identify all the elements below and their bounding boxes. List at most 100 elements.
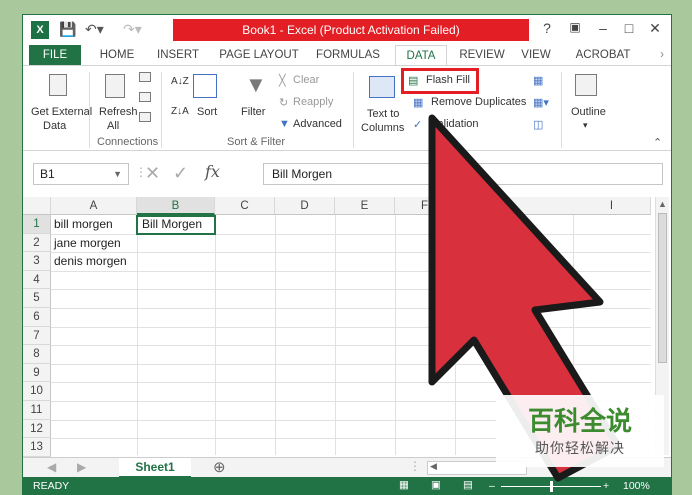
- zoom-slider-thumb[interactable]: [550, 481, 553, 492]
- cell-a1[interactable]: bill morgen: [51, 217, 113, 231]
- get-external-label-2[interactable]: Data: [43, 120, 66, 132]
- row-header-2[interactable]: 2: [23, 233, 51, 253]
- cell-a3[interactable]: denis morgen: [51, 254, 127, 268]
- sort-za-icon[interactable]: Z↓A: [171, 106, 189, 117]
- selected-cell-border: [136, 215, 216, 235]
- tab-acrobat[interactable]: ACROBAT: [571, 45, 635, 65]
- new-sheet-icon[interactable]: ⊕: [213, 458, 226, 476]
- tab-insert[interactable]: INSERT: [153, 45, 203, 65]
- refresh-label-2[interactable]: All: [107, 120, 119, 132]
- flash-fill-icon: ▤: [408, 75, 419, 87]
- row-header-4[interactable]: 4: [23, 270, 51, 290]
- row-header-10[interactable]: 10: [23, 382, 51, 401]
- tab-data[interactable]: DATA: [395, 45, 447, 65]
- ribbon-display-icon[interactable]: ▣: [565, 20, 585, 34]
- flash-fill-label: Flash Fill: [426, 74, 471, 86]
- data-validation-button[interactable]: Validation: [431, 118, 479, 130]
- minimize-icon[interactable]: –: [593, 20, 613, 36]
- row-header-9[interactable]: 9: [23, 363, 51, 383]
- outline-button[interactable]: Outline: [571, 106, 606, 118]
- row-header-13[interactable]: 13: [23, 438, 51, 457]
- sheet-next-icon[interactable]: ▶: [77, 460, 86, 474]
- ribbon-tabs: FILE HOME INSERT PAGE LAYOUT FORMULAS DA…: [23, 45, 671, 65]
- tab-formulas[interactable]: FORMULAS: [313, 45, 383, 65]
- relationships-icon[interactable]: ◫: [533, 118, 543, 131]
- save-icon[interactable]: 💾: [59, 21, 76, 38]
- group-separator: [353, 72, 354, 148]
- reapply-button[interactable]: Reapply: [293, 96, 333, 108]
- undo-icon[interactable]: ↶▾: [85, 21, 104, 38]
- zoom-in-icon[interactable]: +: [603, 477, 609, 494]
- properties-icon[interactable]: [139, 92, 151, 102]
- refresh-label-1[interactable]: Refresh: [99, 106, 138, 118]
- clear-button[interactable]: Clear: [293, 74, 319, 86]
- name-box-dropdown-icon[interactable]: ▼: [113, 164, 122, 184]
- edit-links-icon[interactable]: [139, 112, 151, 122]
- connections-icon[interactable]: [139, 72, 151, 82]
- column-header-f[interactable]: F: [395, 197, 455, 215]
- sort-az-icon[interactable]: A↓Z: [171, 76, 189, 87]
- confirm-entry-icon[interactable]: ✓: [173, 163, 188, 184]
- row-header-8[interactable]: 8: [23, 345, 51, 364]
- select-all-corner[interactable]: [23, 197, 51, 215]
- text-to-columns-label-1[interactable]: Text to: [367, 108, 399, 120]
- consolidate-icon[interactable]: ▦: [533, 74, 543, 87]
- filter-button[interactable]: Filter: [241, 106, 265, 118]
- zoom-out-icon[interactable]: –: [489, 477, 495, 494]
- sheet-scroll-grip-icon: ⋮: [409, 459, 421, 473]
- scroll-up-icon[interactable]: ▲: [658, 199, 667, 209]
- watermark-subtitle: 助你轻松解决: [535, 441, 625, 457]
- tab-page-layout[interactable]: PAGE LAYOUT: [219, 45, 299, 65]
- row-header-3[interactable]: 3: [23, 252, 51, 271]
- close-icon[interactable]: ✕: [645, 20, 665, 37]
- row-header-1[interactable]: 1: [23, 215, 51, 234]
- help-button[interactable]: ?: [537, 20, 557, 36]
- scroll-thumb[interactable]: [658, 213, 667, 363]
- row-header-6[interactable]: 6: [23, 308, 51, 327]
- row-header-12[interactable]: 12: [23, 419, 51, 439]
- insert-function-icon[interactable]: fx: [205, 162, 220, 181]
- tab-view[interactable]: VIEW: [517, 45, 555, 65]
- zoom-level[interactable]: 100%: [623, 477, 650, 494]
- outline-dropdown-icon[interactable]: ▾: [583, 120, 588, 131]
- column-header-e[interactable]: E: [335, 197, 395, 215]
- row-header-11[interactable]: 11: [23, 401, 51, 420]
- row-gridline: [51, 270, 651, 272]
- cancel-entry-icon[interactable]: ✕: [145, 163, 160, 184]
- tab-review[interactable]: REVIEW: [457, 45, 507, 65]
- group-separator: [89, 72, 90, 148]
- normal-view-icon[interactable]: ▦: [399, 476, 409, 494]
- remove-duplicates-icon: ▦: [413, 97, 424, 109]
- row-header-5[interactable]: 5: [23, 289, 51, 308]
- column-header-c[interactable]: C: [215, 197, 275, 215]
- what-if-icon[interactable]: ▦▾: [533, 96, 549, 109]
- row-gridline: [51, 252, 651, 254]
- page-layout-view-icon[interactable]: ▣: [431, 476, 441, 494]
- column-header-a[interactable]: A: [51, 197, 137, 215]
- sort-button[interactable]: Sort: [197, 106, 217, 118]
- collapse-ribbon-icon[interactable]: ⌃: [653, 136, 662, 149]
- sheet-prev-icon[interactable]: ◀: [47, 460, 56, 474]
- row-gridline: [51, 345, 651, 347]
- name-box[interactable]: B1 ▼: [33, 163, 129, 185]
- column-header-b[interactable]: B: [137, 197, 215, 215]
- get-external-label-1[interactable]: Get External: [31, 106, 92, 118]
- column-header-i[interactable]: I: [573, 197, 651, 215]
- tab-file[interactable]: FILE: [29, 45, 81, 65]
- page-break-view-icon[interactable]: ▤: [463, 476, 473, 494]
- tabs-overflow-icon[interactable]: ›: [655, 45, 669, 65]
- restore-icon[interactable]: □: [619, 20, 639, 36]
- column-header-d[interactable]: D: [275, 197, 335, 215]
- redo-icon[interactable]: ↷▾: [123, 21, 142, 38]
- cell-a2[interactable]: jane morgen: [51, 236, 121, 250]
- column-gridline: [215, 215, 216, 455]
- formula-input[interactable]: Bill Morgen: [263, 163, 663, 185]
- remove-duplicates-button[interactable]: Remove Duplicates: [431, 96, 526, 108]
- sheet-tab-sheet1[interactable]: Sheet1: [119, 458, 191, 478]
- text-to-columns-label-2[interactable]: Columns: [361, 122, 404, 134]
- flash-fill-button[interactable]: ▤ Flash Fill: [401, 68, 479, 94]
- row-header-7[interactable]: 7: [23, 326, 51, 346]
- scroll-left-icon[interactable]: ◀: [430, 461, 437, 472]
- advanced-button[interactable]: Advanced: [293, 118, 342, 130]
- tab-home[interactable]: HOME: [93, 45, 141, 65]
